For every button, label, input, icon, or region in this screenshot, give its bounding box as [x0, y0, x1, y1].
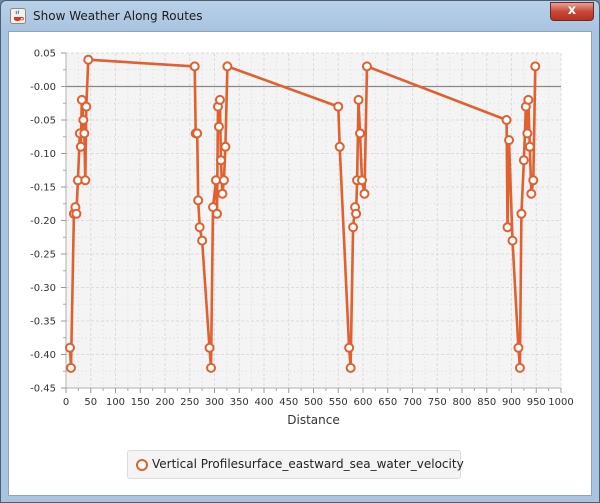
- legend: Vertical Profilesurface_eastward_sea_wat…: [127, 450, 464, 479]
- data-point: [215, 155, 226, 166]
- x-axis-title: Distance: [287, 413, 339, 427]
- y-tick-label: -0.25: [30, 250, 56, 261]
- x-tick-label: 100: [106, 397, 125, 408]
- data-point: [65, 362, 76, 373]
- data-point: [206, 362, 217, 373]
- data-point: [513, 342, 524, 353]
- data-point: [528, 175, 539, 186]
- y-tick-label: -0.05: [30, 116, 56, 127]
- legend-label: Vertical Profilesurface_eastward_sea_wat…: [152, 457, 464, 471]
- x-tick-label: 700: [403, 397, 422, 408]
- data-point: [218, 175, 229, 186]
- java-cup-icon: [10, 8, 26, 24]
- x-tick-label: 350: [230, 397, 249, 408]
- data-point: [194, 222, 205, 233]
- data-point: [361, 61, 372, 72]
- data-point: [75, 141, 86, 152]
- x-tick-label: 850: [477, 397, 496, 408]
- x-tick-label: 650: [378, 397, 397, 408]
- data-point: [514, 362, 525, 373]
- y-tick-label: -0.10: [30, 149, 56, 160]
- y-tick-label: -0.30: [30, 283, 56, 294]
- y-tick-label: 0.05: [34, 49, 56, 60]
- x-tick-label: 0: [63, 397, 69, 408]
- data-point: [526, 188, 537, 199]
- data-point: [353, 94, 364, 105]
- data-point: [344, 342, 355, 353]
- data-point: [523, 94, 534, 105]
- y-tick-label: -0.40: [30, 350, 56, 361]
- data-point: [81, 101, 92, 112]
- data-point: [357, 175, 368, 186]
- data-point: [504, 135, 515, 146]
- data-point: [71, 208, 82, 219]
- x-tick-label: 150: [131, 397, 150, 408]
- data-point: [78, 115, 89, 125]
- data-point: [359, 188, 370, 199]
- data-point: [348, 222, 359, 233]
- data-point: [345, 362, 356, 373]
- data-point: [204, 342, 215, 353]
- x-tick-label: 50: [84, 397, 97, 408]
- data-point: [210, 175, 221, 186]
- line-chart: 0 50 100 150 200 250 300 350 400 450 500 550 600 650 7…: [30, 49, 574, 428]
- x-tick-label: 500: [304, 397, 323, 408]
- data-point: [524, 141, 535, 152]
- y-tick-label: -0.15: [30, 183, 56, 194]
- data-point: [197, 235, 208, 246]
- data-point: [64, 342, 75, 353]
- y-tick-label: -0.20: [30, 216, 56, 227]
- x-tick-label: 550: [329, 397, 348, 408]
- x-tick-label: 800: [452, 397, 471, 408]
- app-window: Show Weather Along Routes x 0 50 100 150 200…: [0, 0, 600, 503]
- y-tick-label: -0.35: [30, 317, 56, 328]
- close-button[interactable]: x: [550, 2, 594, 21]
- legend-marker-icon: [136, 459, 148, 471]
- y-tick-label: -0.00: [30, 82, 56, 93]
- y-tick-label: -0.45: [30, 384, 56, 395]
- data-point: [80, 175, 91, 186]
- data-point: [516, 208, 527, 219]
- x-tick-label: 950: [527, 397, 546, 408]
- data-point: [334, 141, 345, 152]
- data-point: [192, 128, 203, 139]
- x-tick-label: 400: [254, 397, 273, 408]
- data-point: [193, 195, 204, 206]
- x-tick-label: 450: [279, 397, 298, 408]
- data-point: [522, 128, 533, 139]
- data-point: [502, 222, 513, 233]
- x-tick-label: 750: [428, 397, 447, 408]
- title-bar[interactable]: Show Weather Along Routes x: [1, 1, 599, 31]
- x-tick-label: 200: [155, 397, 174, 408]
- data-point: [217, 188, 228, 199]
- data-point: [355, 128, 366, 139]
- x-tick-label: 300: [205, 397, 224, 408]
- data-point: [79, 128, 90, 139]
- data-point: [83, 54, 94, 65]
- x-tick-label: 600: [353, 397, 372, 408]
- x-tick-label: 250: [180, 397, 199, 408]
- x-tick-label: 900: [502, 397, 521, 408]
- data-point: [211, 208, 222, 219]
- data-point: [189, 61, 200, 72]
- data-point: [222, 61, 233, 72]
- data-point: [220, 141, 231, 152]
- data-point: [518, 155, 529, 166]
- data-point: [507, 235, 518, 246]
- data-point: [351, 208, 362, 219]
- data-point: [530, 61, 541, 72]
- data-point: [213, 121, 224, 132]
- data-point: [214, 94, 225, 105]
- chart-panel: 0 50 100 150 200 250 300 350 400 450 500 550 600 650 7…: [8, 31, 592, 496]
- data-point: [333, 101, 344, 112]
- x-tick-label: 1000: [548, 397, 573, 408]
- window-title: Show Weather Along Routes: [33, 9, 203, 23]
- data-point: [501, 115, 512, 125]
